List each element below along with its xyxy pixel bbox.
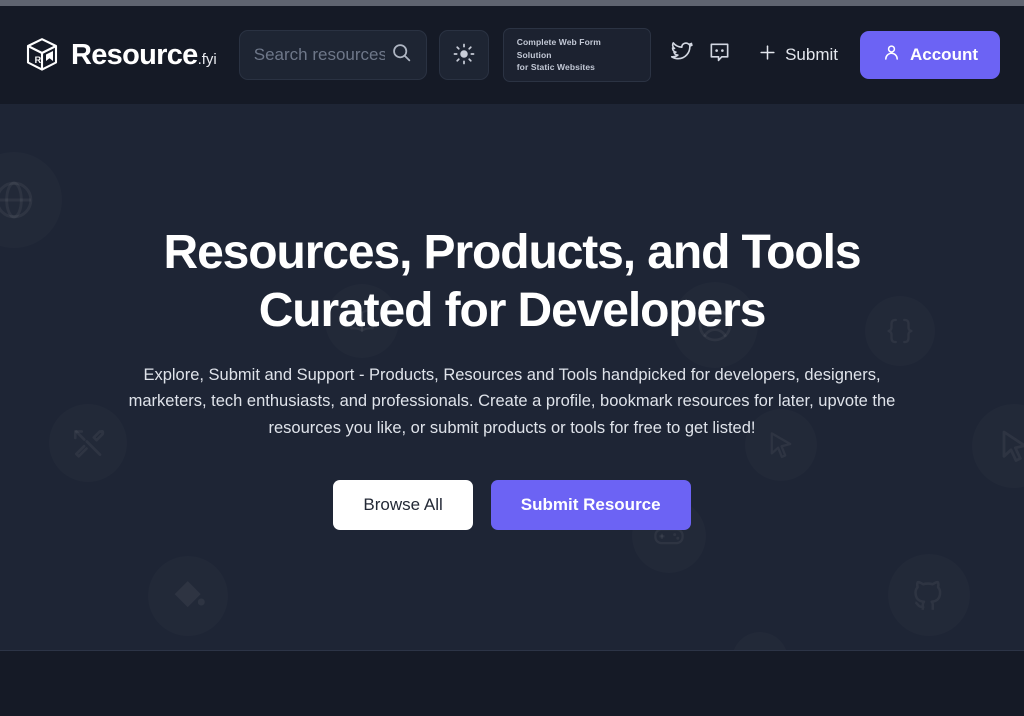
- twitter-link[interactable]: [662, 36, 700, 74]
- search-box[interactable]: [238, 30, 427, 80]
- account-button[interactable]: Account: [860, 31, 1000, 79]
- hero-title-line1: Resources, Products, and Tools: [163, 226, 862, 280]
- svg-text:R: R: [35, 55, 42, 65]
- theme-toggle-button[interactable]: [438, 30, 489, 80]
- plus-icon: [758, 43, 777, 67]
- brand-name: Resource: [71, 38, 198, 71]
- discord-link[interactable]: [700, 36, 738, 74]
- browse-all-button[interactable]: Browse All: [333, 479, 473, 530]
- submit-nav-link[interactable]: Submit: [758, 43, 838, 67]
- search-icon[interactable]: [391, 42, 412, 68]
- below-fold-section: [0, 651, 1024, 716]
- hero-subtitle: Explore, Submit and Support - Products, …: [128, 365, 896, 437]
- cube-box-icon: R: [24, 36, 60, 74]
- account-button-label: Account: [910, 45, 978, 64]
- header-nav: Submit Account: [662, 31, 1000, 79]
- hero-cta-group: Browse All Submit Resource: [0, 479, 1024, 530]
- discord-icon: [708, 41, 731, 69]
- search-input[interactable]: [253, 45, 385, 65]
- github-icon: [888, 554, 970, 636]
- sponsor-ad-line1: Complete Web Form Solution: [516, 36, 601, 60]
- sponsor-ad-card[interactable]: Complete Web Form Solution for Static We…: [502, 28, 651, 82]
- sun-icon: [453, 43, 475, 68]
- sponsor-ad-line2: for Static Websites: [516, 62, 596, 73]
- paint-bucket-icon: [148, 556, 228, 636]
- page-title: Resources, Products, and Tools Curated f…: [132, 224, 892, 339]
- submit-nav-label: Submit: [785, 45, 838, 64]
- brand-wordmark: Resource .fyi: [71, 38, 217, 71]
- hero-title-line2: Curated for Developers: [258, 283, 767, 337]
- site-header: R Resource .fyi Search resources Complet…: [0, 6, 1024, 104]
- brand-tld: .fyi: [197, 50, 217, 68]
- sponsor-ad-text: Complete Web Form Solution for Static We…: [517, 36, 637, 74]
- submit-resource-button[interactable]: Submit Resource: [490, 479, 691, 530]
- brand-logo-link[interactable]: R Resource .fyi: [24, 36, 217, 74]
- twitter-icon: [670, 41, 693, 69]
- user-icon: [882, 43, 901, 67]
- video-icon: [732, 632, 788, 650]
- hero-section: Resources, Products, and Tools Curated f…: [0, 104, 1024, 651]
- hero-content: Resources, Products, and Tools Curated f…: [0, 224, 1024, 530]
